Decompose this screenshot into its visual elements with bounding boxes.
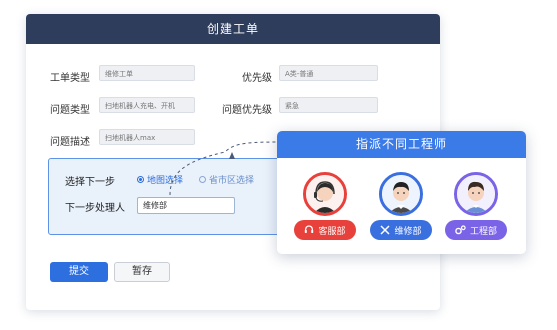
radio-dot-icon [137, 176, 144, 183]
agent-headset-icon [306, 175, 344, 213]
issue-desc-label: 问题描述 [50, 137, 90, 148]
save-draft-button[interactable]: 暂存 [114, 262, 170, 282]
handler-label: 下一步处理人 [65, 203, 125, 214]
repair-avatar[interactable] [379, 172, 423, 216]
engineering-avatar[interactable] [454, 172, 498, 216]
headset-icon [305, 225, 314, 233]
card-title: 创建工单 [26, 14, 440, 44]
dispatch-title: 指派不同工程师 [277, 131, 526, 158]
issue-priority-field[interactable]: 紧急 [279, 97, 378, 113]
dept-customer-service-label: 客服部 [318, 226, 346, 237]
agent-engineer-icon [457, 175, 495, 213]
issue-type-field[interactable]: 扫地机器人充电、开机 [99, 97, 195, 113]
tools-icon [380, 225, 391, 235]
submit-button[interactable]: 提交 [50, 262, 108, 282]
customer-service-avatar[interactable] [303, 172, 347, 216]
dept-customer-service-button[interactable]: 客服部 [294, 220, 356, 240]
dept-repair-label: 维修部 [394, 226, 422, 237]
ticket-type-label: 工单类型 [50, 73, 90, 84]
gear-icon [455, 225, 466, 235]
dept-engineering-label: 工程部 [469, 226, 497, 237]
issue-priority-label: 问题优先级 [222, 105, 272, 116]
agent-repair-icon [382, 175, 420, 213]
issue-type-label: 问题类型 [50, 105, 90, 116]
dispatch-popup: 指派不同工程师 客服部 维修部 工程部 [277, 131, 526, 254]
dept-engineering-button[interactable]: 工程部 [445, 220, 507, 240]
priority-field[interactable]: A类-普通 [279, 65, 378, 81]
next-step-label: 选择下一步 [65, 177, 115, 188]
ticket-type-field[interactable]: 维修工单 [99, 65, 195, 81]
dept-repair-button[interactable]: 维修部 [370, 220, 432, 240]
priority-label: 优先级 [242, 73, 272, 84]
